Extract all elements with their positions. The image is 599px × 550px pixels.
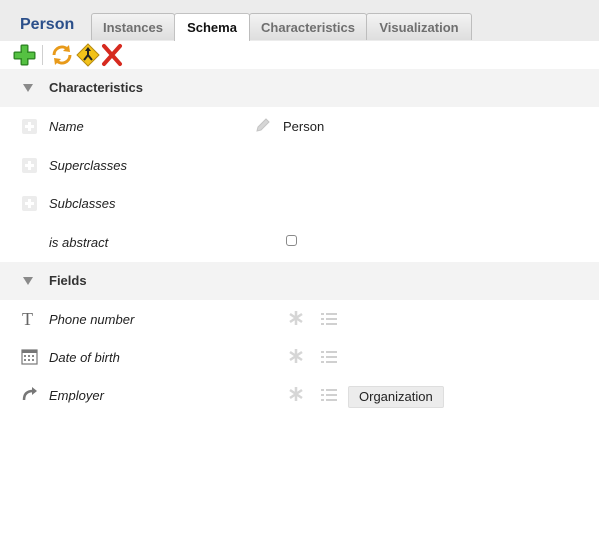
row-label: Phone number xyxy=(49,312,135,327)
text-icon: T xyxy=(21,309,38,329)
required-star-icon[interactable] xyxy=(288,310,304,326)
row-label: Subclasses xyxy=(49,196,116,211)
section-label: Characteristics xyxy=(49,80,143,95)
field-row-employer: Employer xyxy=(0,377,599,415)
field-row-phone-number: T Phone number xyxy=(0,301,599,339)
field-row-date-of-birth: Date of birth xyxy=(0,339,599,377)
required-star-icon[interactable] xyxy=(288,386,304,402)
characteristic-row-name: Name Person xyxy=(0,108,599,146)
row-label: Date of birth xyxy=(49,350,120,365)
tab-characteristics[interactable]: Characteristics xyxy=(249,13,367,40)
collapse-triangle-icon[interactable] xyxy=(23,84,33,92)
list-icon[interactable] xyxy=(320,349,338,365)
refresh-icon[interactable] xyxy=(50,43,74,67)
characteristic-row-is-abstract: is abstract xyxy=(0,224,599,262)
toolbar xyxy=(0,41,599,70)
expand-plus-icon[interactable] xyxy=(22,196,37,211)
expand-plus-icon[interactable] xyxy=(22,158,37,173)
pencil-icon[interactable] xyxy=(254,116,272,134)
section-label: Fields xyxy=(49,273,87,288)
svg-text:T: T xyxy=(22,310,33,327)
tab-instances[interactable]: Instances xyxy=(91,13,175,40)
row-label: is abstract xyxy=(49,235,109,250)
row-label: Employer xyxy=(49,388,104,403)
list-icon[interactable] xyxy=(320,311,338,327)
page-title: Person xyxy=(20,16,75,33)
expand-plus-icon[interactable] xyxy=(22,119,37,134)
row-label: Superclasses xyxy=(49,158,128,173)
is-abstract-checkbox[interactable] xyxy=(286,235,297,246)
calendar-icon xyxy=(21,348,38,365)
fields-section-header[interactable]: Fields xyxy=(0,262,599,300)
list-icon[interactable] xyxy=(320,387,338,403)
characteristic-row-superclasses: Superclasses xyxy=(0,147,599,185)
target-class-tag[interactable]: Organization xyxy=(348,386,444,408)
toolbar-separator xyxy=(42,45,43,65)
tab-schema[interactable]: Schema xyxy=(174,13,250,42)
collapse-triangle-icon[interactable] xyxy=(23,277,33,285)
merge-icon[interactable] xyxy=(76,43,100,67)
characteristics-section-header[interactable]: Characteristics xyxy=(0,69,599,107)
row-label: Name xyxy=(49,119,84,134)
characteristic-row-subclasses: Subclasses xyxy=(0,185,599,223)
tab-visualization[interactable]: Visualization xyxy=(366,13,472,40)
delete-icon[interactable] xyxy=(100,43,124,67)
relation-arrow-icon xyxy=(21,386,38,403)
add-icon[interactable] xyxy=(12,43,36,67)
header-bar: Person Instances Schema Characteristics … xyxy=(0,0,599,42)
required-star-icon[interactable] xyxy=(288,348,304,364)
name-value[interactable]: Person xyxy=(283,119,324,134)
